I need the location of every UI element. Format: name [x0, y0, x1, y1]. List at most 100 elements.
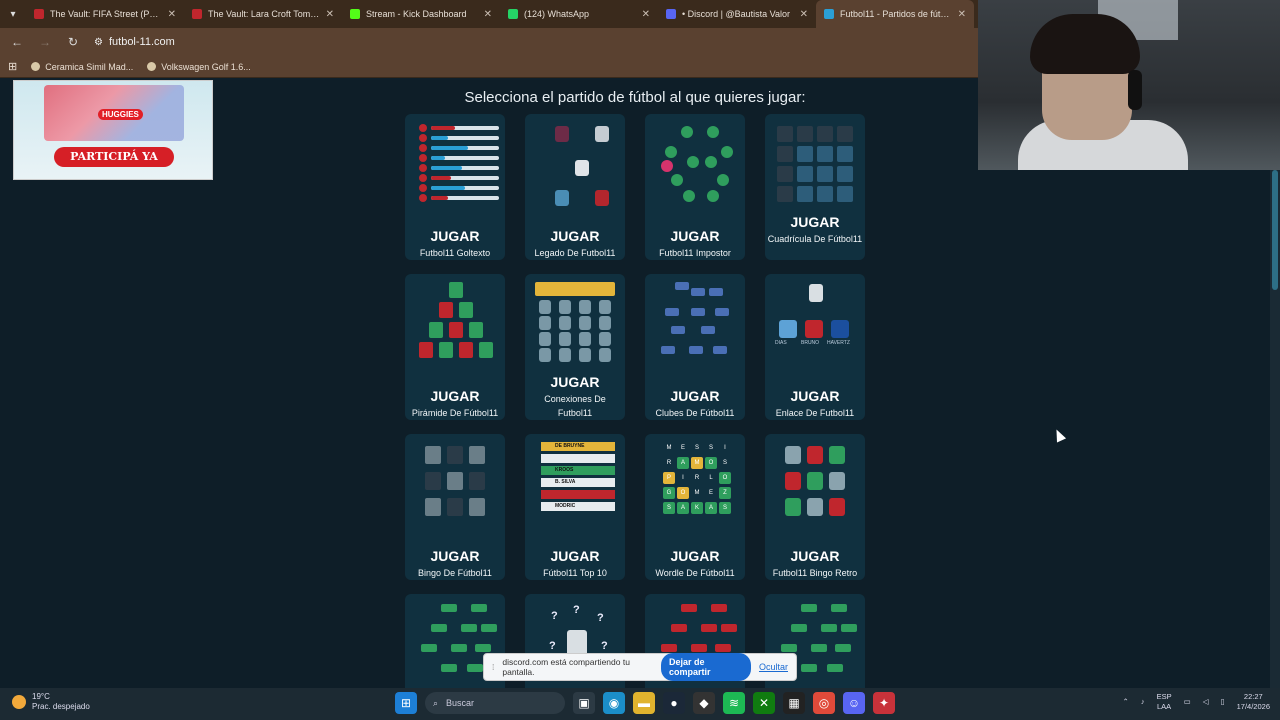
game-card[interactable]: JUGAR Futbol11 Goltexto	[405, 114, 505, 260]
stop-sharing-button[interactable]: Dejar de compartir	[661, 653, 751, 681]
close-icon[interactable]: ✕	[800, 9, 808, 20]
app-icon[interactable]: ✦	[873, 692, 895, 714]
game-card[interactable]: JUGAR Cuadrícula De Fútbol11	[765, 114, 865, 260]
browser-tab[interactable]: • Discord | @Bautista Valor ✕	[658, 0, 816, 28]
tray-chevron-icon[interactable]: ⌃	[1123, 697, 1129, 707]
volume-icon[interactable]: ◁	[1203, 697, 1209, 707]
pyramid-cell	[449, 322, 463, 338]
scrollbar-thumb[interactable]	[1272, 170, 1278, 290]
bookmark-item-volkswagen[interactable]: Volkswagen Golf 1.6...	[147, 62, 251, 72]
url-field[interactable]: ⚙ futbol-11.com	[94, 36, 175, 48]
game-thumbnail	[771, 440, 859, 526]
play-button[interactable]: JUGAR	[405, 548, 505, 564]
apps-grid-icon[interactable]: ⊞	[8, 60, 17, 73]
tab-search-chevron-icon[interactable]: ▾	[0, 9, 26, 20]
play-button[interactable]: JUGAR	[525, 228, 625, 244]
top10-row	[541, 454, 615, 463]
bingo-cell	[469, 446, 485, 464]
wordle-cell: I	[677, 472, 689, 484]
tab-favicon-icon	[508, 9, 518, 19]
browser-tab[interactable]: (124) WhatsApp ✕	[500, 0, 658, 28]
windows-start-icon[interactable]: ⊞	[395, 692, 417, 714]
game-card[interactable]: M E S S I R A M O S P I R L O G O M E Z S A K A S JUGAR Wordle De …	[645, 434, 745, 580]
play-button[interactable]: JUGAR	[765, 388, 865, 404]
close-icon[interactable]: ✕	[642, 9, 650, 20]
player-face	[559, 348, 571, 362]
back-arrow-icon[interactable]: ←	[10, 35, 24, 49]
close-icon[interactable]: ✕	[168, 9, 176, 20]
task-view-icon[interactable]: ▣	[573, 692, 595, 714]
discord-icon[interactable]: ☺	[843, 692, 865, 714]
stat-bar	[431, 156, 499, 160]
close-icon[interactable]: ✕	[484, 9, 492, 20]
close-icon[interactable]: ✕	[326, 9, 334, 20]
edge-icon[interactable]: ◉	[603, 692, 625, 714]
question-mark-icon: ?	[597, 612, 604, 624]
shirt-shape	[595, 190, 609, 206]
game-card[interactable]: JUGAR Clubes De Fútbol11	[645, 274, 745, 420]
play-button[interactable]: JUGAR	[405, 228, 505, 244]
browser-tab[interactable]: The Vault: FIFA Street (PS3) ✕	[26, 0, 184, 28]
play-button[interactable]: JUGAR	[765, 548, 865, 564]
ad-cta-button[interactable]: PARTICIPÁ YA	[54, 147, 174, 167]
wordle-cell: S	[719, 457, 731, 469]
play-button[interactable]: JUGAR	[645, 548, 745, 564]
play-button[interactable]: JUGAR	[765, 214, 865, 230]
game-card[interactable]: JUGAR Futbol11 Bingo Retro	[765, 434, 865, 580]
formation-slot	[471, 604, 487, 612]
player-face	[579, 316, 591, 330]
file-explorer-icon[interactable]: ▬	[633, 692, 655, 714]
clock[interactable]: 22:27 17/4/2026	[1237, 692, 1270, 712]
play-button[interactable]: JUGAR	[525, 548, 625, 564]
site-info-icon[interactable]: ⚙	[94, 37, 103, 48]
microphone-icon[interactable]: ♪	[1141, 697, 1145, 707]
browser-tab[interactable]: Futbol11 - Partidos de fútbol d ✕	[816, 0, 974, 28]
spotify-icon[interactable]: ≋	[723, 692, 745, 714]
page-scrollbar[interactable]	[1270, 170, 1280, 688]
formation-slot	[661, 644, 677, 652]
battery-icon[interactable]: ▯	[1220, 697, 1224, 707]
tab-title: Stream - Kick Dashboard	[366, 9, 467, 19]
reload-icon[interactable]: ↻	[66, 35, 80, 49]
hide-link[interactable]: Ocultar	[759, 662, 788, 672]
player-dot	[419, 164, 427, 172]
steam-icon[interactable]: ●	[663, 692, 685, 714]
browser-tab[interactable]: The Vault: Lara Croft Tomb Raid ✕	[184, 0, 342, 28]
game-card[interactable]: DIAS BRUNO HAVERTZ JUGAR Enlace De Futbol11	[765, 274, 865, 420]
wordle-cell: L	[705, 472, 717, 484]
game-card[interactable]: DE BRUYNE KROOS B. SILVA MODRIC JUGAR Fútbol1…	[525, 434, 625, 580]
play-button[interactable]: JUGAR	[645, 388, 745, 404]
game-card[interactable]: JUGAR Conexiones De Futbol11	[525, 274, 625, 420]
game-name: Futbol11 Impostor	[659, 248, 731, 258]
taskbar-search[interactable]: ⌕ Buscar	[425, 692, 565, 714]
browser-tab[interactable]: Stream - Kick Dashboard ✕	[342, 0, 500, 28]
game-card[interactable]: JUGAR Pirámide De Fútbol11	[405, 274, 505, 420]
xbox-icon[interactable]: ✕	[753, 692, 775, 714]
stat-bar-fill	[431, 146, 469, 150]
play-button[interactable]: JUGAR	[645, 228, 745, 244]
game-card[interactable]: JUGAR Legado De Futbol11	[525, 114, 625, 260]
close-icon[interactable]: ✕	[958, 9, 966, 20]
stat-bar	[431, 166, 499, 170]
retro-player	[829, 498, 845, 516]
game-card[interactable]: JUGAR Futbol11 Impostor	[645, 114, 745, 260]
weather-widget[interactable]: 19°C Prac. despejado	[12, 692, 90, 712]
wordle-cell: O	[705, 457, 717, 469]
forward-arrow-icon[interactable]: →	[38, 35, 52, 49]
capcut-icon[interactable]: ▦	[783, 692, 805, 714]
tab-favicon-icon	[350, 9, 360, 19]
retro-player	[785, 446, 801, 464]
player-face	[579, 348, 591, 362]
epic-games-icon[interactable]: ◆	[693, 692, 715, 714]
game-name: Legado De Futbol11	[534, 248, 616, 258]
language-indicator[interactable]: ESP LAA	[1157, 692, 1172, 712]
wordle-cell: A	[677, 502, 689, 514]
network-icon[interactable]: ▭	[1184, 697, 1191, 707]
game-card[interactable]: JUGAR Bingo De Fútbol11	[405, 434, 505, 580]
bookmark-item-ceramica[interactable]: Ceramica Simil Mad...	[31, 62, 133, 72]
linked-player-name: BRUNO	[801, 340, 820, 346]
play-button[interactable]: JUGAR	[405, 388, 505, 404]
play-button[interactable]: JUGAR	[525, 374, 625, 390]
drag-handle-icon[interactable]: ⁞	[492, 662, 494, 672]
chrome-icon[interactable]: ◎	[813, 692, 835, 714]
